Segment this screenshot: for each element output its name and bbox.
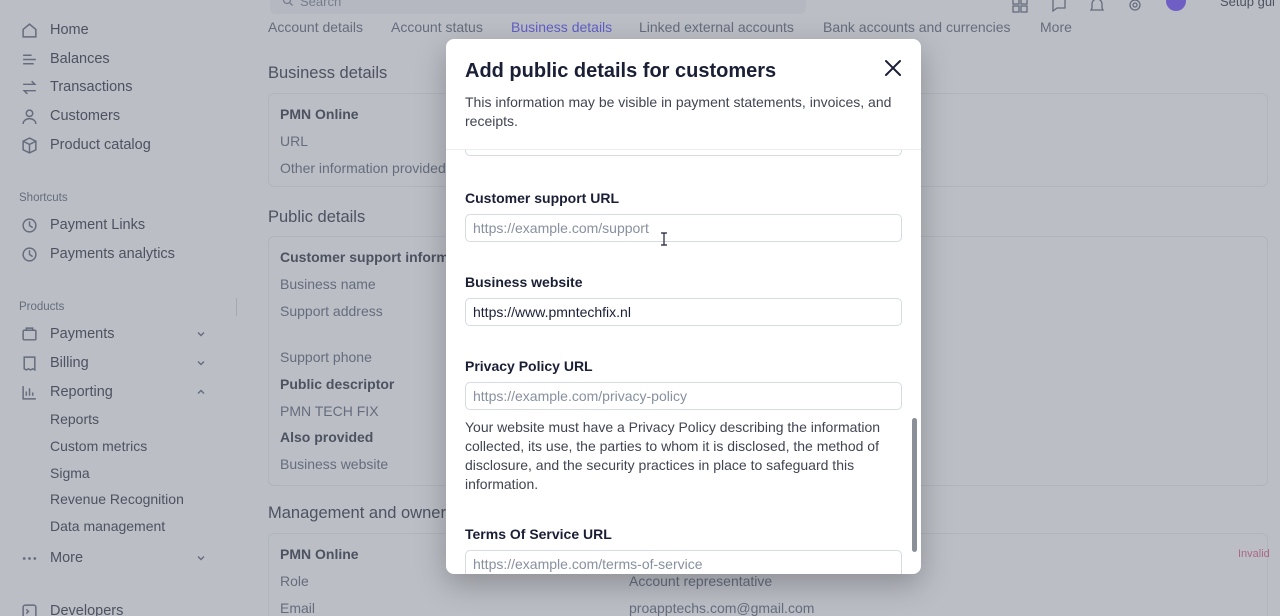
public-details-modal: Add public details for customers This in… — [446, 39, 921, 574]
support-url-input[interactable] — [465, 214, 902, 242]
privacy-policy-label: Privacy Policy URL — [465, 358, 593, 374]
support-url-label: Customer support URL — [465, 190, 619, 206]
privacy-policy-input[interactable] — [465, 382, 902, 410]
previous-field-input[interactable] — [465, 150, 902, 156]
business-website-input[interactable] — [465, 298, 902, 326]
business-website-field-label: Business website — [465, 274, 583, 290]
close-icon[interactable] — [882, 57, 904, 79]
modal-description: This information may be visible in payme… — [465, 94, 892, 129]
terms-of-service-input[interactable] — [465, 550, 902, 574]
text-cursor-icon — [661, 232, 667, 246]
modal-scrollbar[interactable] — [912, 418, 917, 552]
modal-scroll-body[interactable]: Customer support URL Business website Pr… — [446, 150, 921, 574]
terms-of-service-label: Terms Of Service URL — [465, 526, 612, 542]
modal-title: Add public details for customers — [465, 60, 777, 82]
privacy-policy-help: Your website must have a Privacy Policy … — [465, 419, 881, 492]
